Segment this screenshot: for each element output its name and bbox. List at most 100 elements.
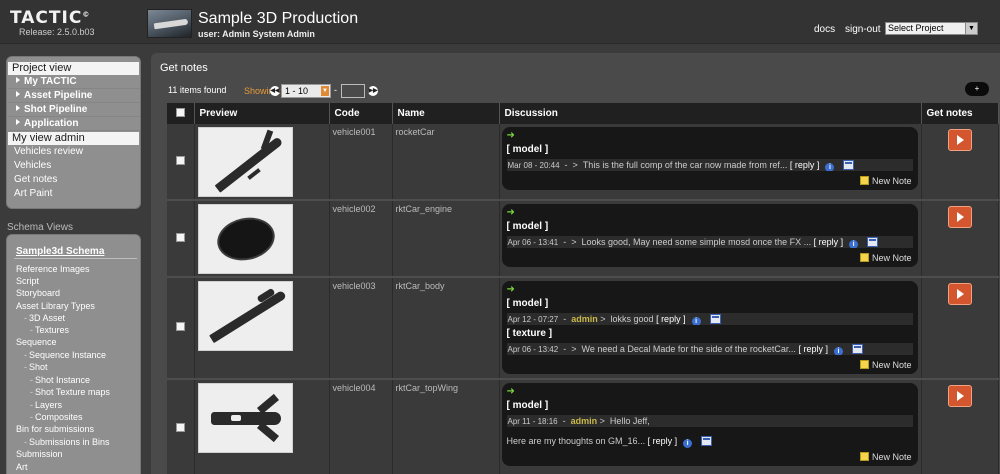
name-cell: rktCar_body bbox=[392, 277, 500, 380]
get-notes-button[interactable] bbox=[947, 206, 972, 228]
nav-item-application[interactable]: Application bbox=[8, 117, 140, 131]
attachment-icon[interactable] bbox=[709, 314, 721, 324]
new-note-link[interactable]: New Note bbox=[507, 175, 913, 187]
schema-item-storyboard[interactable]: Storyboard bbox=[16, 288, 60, 298]
note-date: Apr 06 - 13:41 bbox=[507, 238, 559, 247]
docs-link[interactable]: docs bbox=[814, 24, 835, 35]
reply-link[interactable]: [ reply ] bbox=[798, 344, 828, 354]
triangle-right-icon bbox=[16, 91, 20, 97]
reply-link[interactable]: [ reply ] bbox=[648, 436, 678, 446]
column-header-code[interactable]: Code bbox=[329, 103, 393, 124]
schema-item-asset-library-types[interactable]: Asset Library Types bbox=[16, 301, 95, 311]
arrow-right-icon[interactable]: ➜ bbox=[507, 284, 913, 295]
page-input[interactable] bbox=[341, 84, 365, 98]
new-note-link[interactable]: New Note bbox=[507, 252, 913, 264]
table-options-button[interactable]: + bbox=[965, 82, 989, 96]
tree-dash: - bbox=[30, 400, 33, 410]
new-note-label: New Note bbox=[871, 452, 912, 462]
schema-item-shot[interactable]: - Shot bbox=[24, 362, 48, 372]
schema-item-sequence-instance[interactable]: - Sequence Instance bbox=[24, 350, 106, 360]
info-icon[interactable]: i bbox=[825, 163, 835, 171]
prev-page-icon[interactable]: ◀◀ bbox=[270, 86, 280, 96]
schema-item-submission[interactable]: Submission bbox=[16, 449, 63, 459]
arrow-right-icon[interactable]: ➜ bbox=[507, 130, 913, 141]
row-checkbox[interactable] bbox=[175, 423, 185, 432]
schema-item-sequence[interactable]: Sequence bbox=[16, 337, 57, 347]
attachment-icon[interactable] bbox=[867, 237, 879, 247]
tactic-logo[interactable]: TACTIC© bbox=[10, 8, 90, 28]
get-notes-button[interactable] bbox=[947, 385, 972, 407]
schema-item-submissions-in-bins[interactable]: - Submissions in Bins bbox=[24, 437, 110, 447]
schema-item-composites[interactable]: - Composites bbox=[30, 412, 83, 422]
schema-item-reference-images[interactable]: Reference Images bbox=[16, 264, 90, 274]
rocket-car-thumbnail[interactable] bbox=[197, 127, 293, 197]
new-note-link[interactable]: New Note bbox=[507, 359, 913, 371]
schema-item-label: Layers bbox=[35, 400, 63, 410]
schema-item-script[interactable]: Script bbox=[16, 276, 39, 286]
attachment-icon[interactable] bbox=[843, 160, 855, 170]
top-wing-thumbnail[interactable] bbox=[197, 383, 293, 453]
page-separator: - bbox=[334, 85, 337, 95]
reply-link[interactable]: [ reply ] bbox=[656, 314, 686, 324]
column-header-name[interactable]: Name bbox=[392, 103, 500, 124]
tree-dash: - bbox=[24, 313, 27, 323]
schema-item-art[interactable]: Art bbox=[16, 462, 28, 472]
select-all-checkbox[interactable] bbox=[175, 107, 185, 117]
column-header-preview[interactable]: Preview bbox=[194, 103, 330, 124]
reply-link[interactable]: [ reply ] bbox=[790, 160, 820, 170]
sign-out-link[interactable]: sign-out bbox=[845, 24, 881, 35]
nav-link-vehicles[interactable]: Vehicles bbox=[7, 159, 140, 173]
info-icon[interactable]: i bbox=[683, 439, 693, 448]
schema-title[interactable]: Sample3d Schema bbox=[16, 246, 104, 257]
info-icon[interactable]: i bbox=[833, 347, 843, 355]
schema-item-shot-instance[interactable]: - Shot Instance bbox=[30, 375, 90, 385]
schema-item-bin-for-submissions[interactable]: Bin for submissions bbox=[16, 424, 94, 434]
code-cell: vehicle001 bbox=[329, 124, 393, 201]
page-range-select[interactable]: 1 - 10 ▼ bbox=[281, 84, 331, 98]
discussion-box: ➜ [ model ] Apr 06 - 13:41 - > Looks goo… bbox=[501, 204, 918, 267]
row-select-cell bbox=[167, 200, 195, 278]
table-header-row: Preview Code Name Discussion Get notes bbox=[167, 103, 999, 124]
project-view-header[interactable]: Project view bbox=[8, 62, 139, 75]
get-notes-cell bbox=[921, 277, 999, 380]
note-separator: - bbox=[564, 160, 568, 170]
next-page-icon[interactable]: ▶▶ bbox=[368, 86, 378, 96]
schema-item-label: Art bbox=[16, 462, 28, 472]
schema-item-label: Sequence Instance bbox=[29, 350, 107, 360]
engine-thumbnail[interactable] bbox=[197, 204, 293, 274]
body-thumbnail[interactable] bbox=[197, 281, 293, 351]
info-icon[interactable]: i bbox=[691, 317, 701, 325]
schema-item-3d-asset[interactable]: -3D Asset bbox=[24, 313, 65, 323]
attachment-icon[interactable] bbox=[701, 436, 713, 446]
schema-panel: Sample3d Schema Reference Images Script … bbox=[6, 234, 141, 474]
attachment-icon[interactable] bbox=[851, 344, 863, 354]
nav-link-get-notes[interactable]: Get notes bbox=[7, 173, 140, 187]
nav-item-asset-pipeline[interactable]: Asset Pipeline bbox=[8, 89, 140, 103]
row-checkbox[interactable] bbox=[175, 322, 185, 331]
tree-dash: - bbox=[24, 350, 27, 360]
schema-item-layers[interactable]: - Layers bbox=[30, 400, 62, 410]
nav-item-shot-pipeline[interactable]: Shot Pipeline bbox=[8, 103, 140, 117]
reply-link[interactable]: [ reply ] bbox=[814, 237, 844, 247]
row-checkbox[interactable] bbox=[175, 232, 185, 242]
row-select-cell bbox=[167, 124, 195, 201]
column-header-get-notes[interactable]: Get notes bbox=[921, 103, 999, 124]
schema-item-shot-texture-maps[interactable]: - Shot Texture maps bbox=[30, 387, 110, 397]
schema-item-textures[interactable]: - Textures bbox=[30, 325, 69, 335]
get-notes-button[interactable] bbox=[947, 129, 972, 151]
info-icon[interactable]: i bbox=[849, 240, 859, 248]
schema-item-label: Bin for submissions bbox=[16, 424, 95, 434]
nav-item-my-tactic[interactable]: My TACTIC bbox=[8, 75, 140, 89]
row-checkbox[interactable] bbox=[175, 155, 185, 165]
arrow-right-icon[interactable]: ➜ bbox=[507, 386, 913, 397]
column-header-discussion[interactable]: Discussion bbox=[499, 103, 922, 124]
table-row: vehicle004 rktCar_topWing ➜ [ model ] Ap… bbox=[167, 379, 999, 474]
get-notes-button[interactable] bbox=[947, 283, 972, 305]
nav-item-label: Application bbox=[24, 118, 79, 129]
new-note-link[interactable]: New Note bbox=[507, 451, 913, 463]
my-view-header[interactable]: My view admin bbox=[8, 132, 139, 145]
project-select[interactable]: Select Project ▼ bbox=[885, 22, 978, 35]
nav-link-vehicles-review[interactable]: Vehicles review bbox=[7, 145, 140, 159]
arrow-right-icon[interactable]: ➜ bbox=[507, 207, 913, 218]
nav-link-art-paint[interactable]: Art Paint bbox=[7, 187, 140, 201]
